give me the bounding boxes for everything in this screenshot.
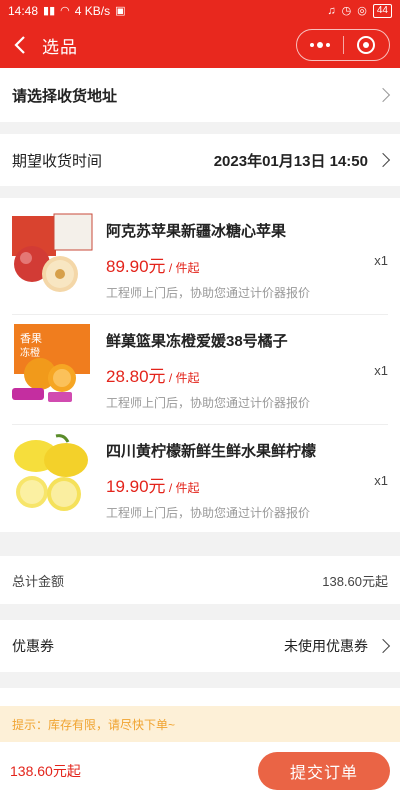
mute-bell-icon: ♫ [327, 4, 336, 17]
product-quantity: x1 [374, 253, 388, 268]
total-value: 138.60元起 [322, 573, 388, 589]
hidden-row [0, 688, 400, 708]
delivery-time-selector[interactable]: 期望收货时间 2023年01月13日 14:50 [0, 134, 400, 186]
status-bar: 14:48 ▮▮ ◠ 4 KB/s ▣ ♫ ◷ ◎ 44 [0, 0, 400, 22]
product-note: 工程师上门后，协助您通过计价器报价 [106, 396, 311, 410]
product-item[interactable]: 四川黄柠檬新鲜生鲜水果鲜柠檬 19.90元 / 件起 工程师上门后，协助您通过计… [0, 418, 400, 528]
nfc-icon: ▣ [115, 4, 126, 17]
battery-icon: 44 [372, 4, 392, 18]
more-icon [309, 43, 314, 47]
chevron-left-icon [14, 36, 25, 54]
bottom-total: 138.60元起 [10, 763, 81, 779]
price-value: 89.90元 [106, 257, 166, 276]
alarm-icon: ◷ [341, 4, 352, 17]
delivery-time-label: 期望收货时间 [12, 152, 103, 170]
address-label: 请选择收货地址 [12, 87, 118, 105]
product-note: 工程师上门后，协助您通过计价器报价 [106, 506, 311, 520]
product-item[interactable]: 阿克苏苹果新疆冰糖心苹果 89.90元 / 件起 工程师上门后，协助您通过计价器… [0, 198, 400, 308]
location-icon: ◎ [357, 4, 367, 17]
total-label: 总计金额 [12, 573, 65, 589]
submit-order-button[interactable]: 提交订单 [258, 752, 390, 790]
status-time: 14:48 [8, 4, 39, 18]
page-title: 选品 [42, 37, 78, 57]
apple-product-image [10, 212, 94, 296]
wifi-icon: ◠ [60, 4, 70, 17]
chevron-right-icon [375, 87, 391, 103]
product-name: 四川黄柠檬新鲜生鲜水果鲜柠檬 [106, 443, 317, 460]
svg-text:香果: 香果 [20, 332, 42, 345]
chevron-right-icon [375, 638, 391, 654]
product-list: 阿克苏苹果新疆冰糖心苹果 89.90元 / 件起 工程师上门后，协助您通过计价器… [0, 198, 400, 532]
price-unit: / 件起 [165, 261, 200, 275]
lemon-product-image [10, 432, 94, 516]
coupon-selector[interactable]: 优惠券 未使用优惠券 [0, 620, 400, 672]
product-name: 鲜菓篮果冻橙爱媛38号橘子 [106, 333, 288, 350]
nav-bar: 选品 [0, 22, 400, 68]
price-value: 28.80元 [106, 367, 166, 386]
product-name: 阿克苏苹果新疆冰糖心苹果 [106, 223, 287, 240]
price-unit: / 件起 [165, 371, 200, 385]
coupon-value: 未使用优惠券 [284, 638, 368, 654]
bottom-bar: 138.60元起 提交订单 [0, 742, 400, 800]
svg-text:5: 5 [72, 386, 78, 397]
mini-program-capsule [296, 29, 390, 61]
close-target-icon [357, 36, 376, 54]
product-price: 19.90元 / 件起 [106, 472, 200, 497]
product-price: 89.90元 / 件起 [106, 252, 200, 277]
price-value: 19.90元 [106, 477, 166, 496]
more-icon-dot [325, 43, 330, 47]
more-icon-dot [316, 42, 323, 48]
signal-icon: ▮▮ [43, 4, 56, 17]
chevron-right-icon [375, 152, 391, 168]
orange-product-image: 香果 冻橙 5 [10, 322, 94, 406]
product-quantity: x1 [374, 363, 388, 378]
delivery-time-value: 2023年01月13日 14:50 [213, 152, 368, 170]
total-amount-row: 总计金额 138.60元起 [0, 556, 400, 604]
coupon-label: 优惠券 [12, 638, 54, 654]
product-note: 工程师上门后，协助您通过计价器报价 [106, 286, 311, 300]
more-button[interactable] [297, 30, 343, 60]
product-item[interactable]: 香果 冻橙 5 鲜菓篮果冻橙爱媛38号橘子 28.80元 / 件起 工程师上门后… [0, 308, 400, 418]
product-price: 28.80元 / 件起 [106, 362, 200, 387]
product-quantity: x1 [374, 473, 388, 488]
stock-tip-banner: 提示：库存有限，请尽快下单~ [0, 706, 400, 742]
net-speed: 4 KB/s [74, 4, 111, 18]
close-mini-program-button[interactable] [343, 30, 389, 60]
back-button[interactable] [0, 22, 40, 68]
address-selector[interactable]: 请选择收货地址 [0, 68, 400, 122]
price-unit: / 件起 [165, 481, 200, 495]
svg-text:冻橙: 冻橙 [20, 346, 40, 359]
